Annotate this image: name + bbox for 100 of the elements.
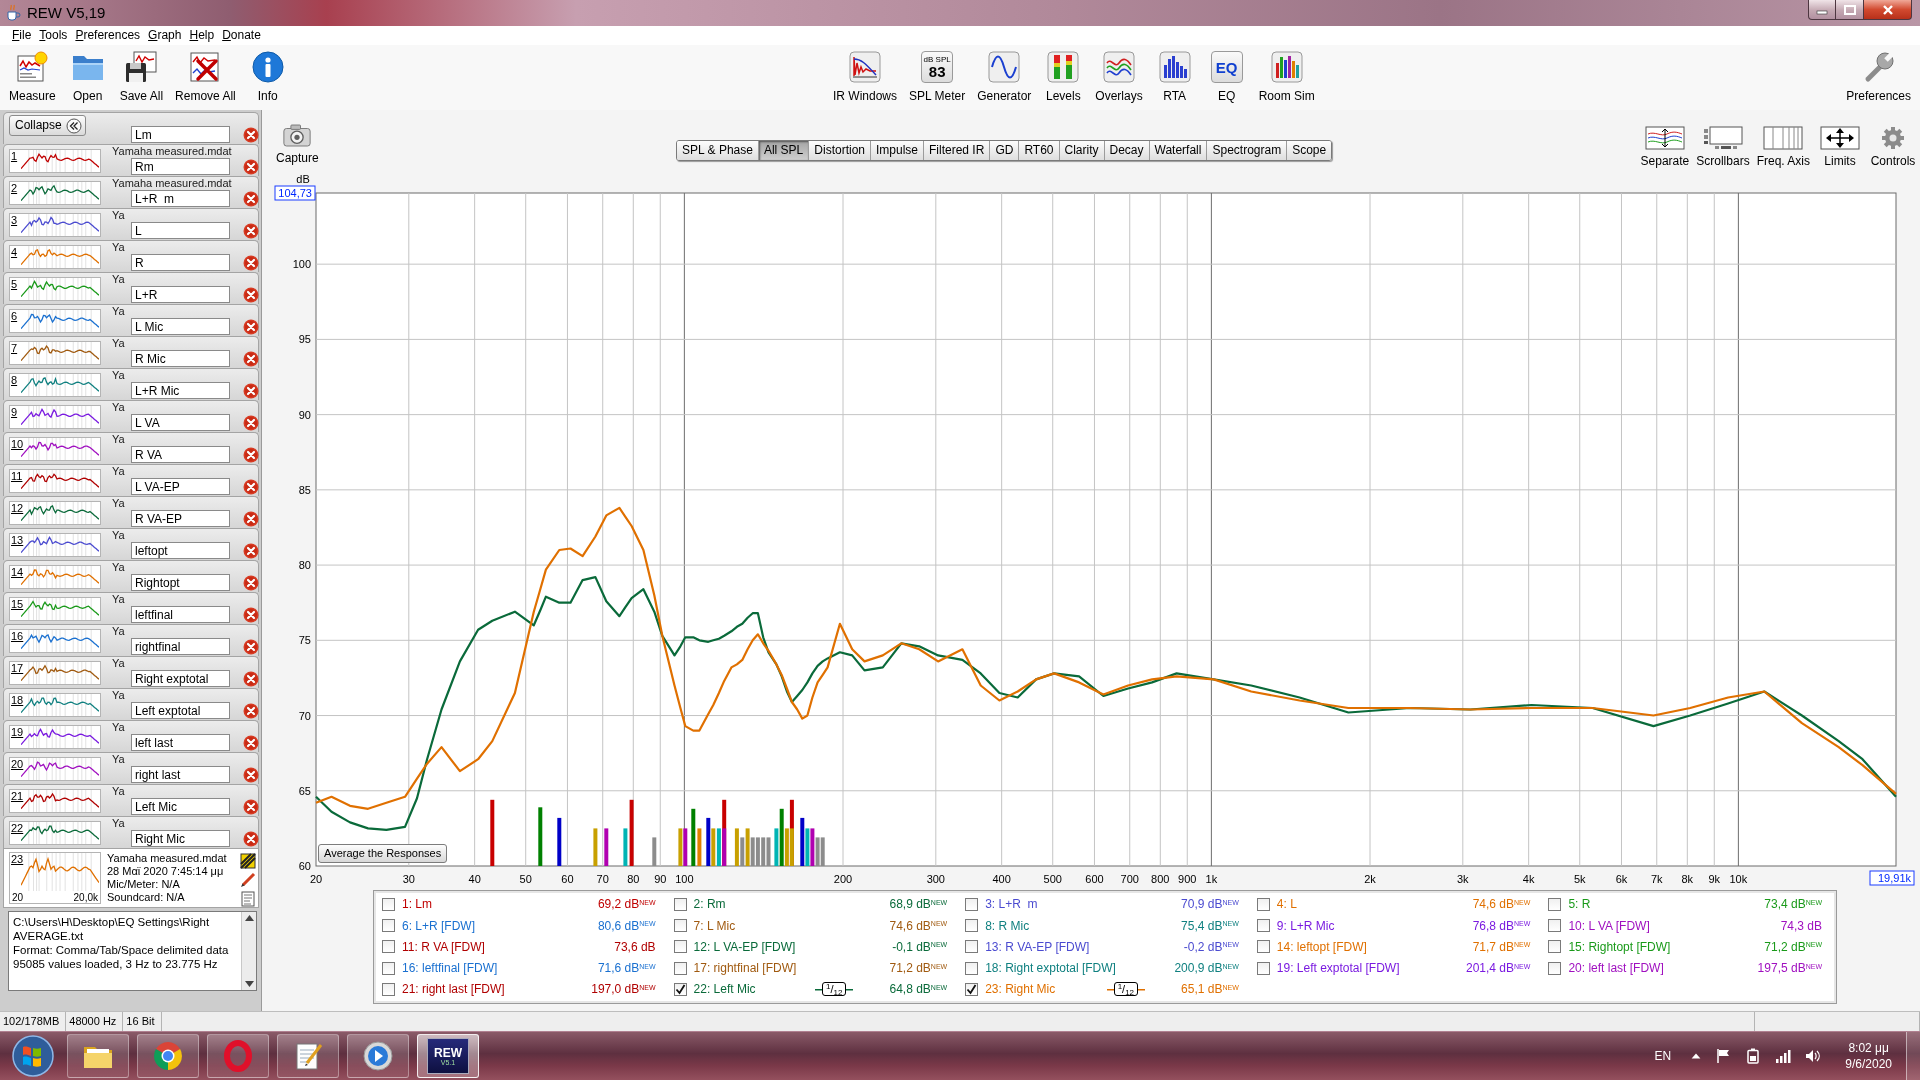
- legend-value: 200,9 dB$^{NEW}$: [1174, 961, 1239, 976]
- legend-value: 73,6 dB: [614, 939, 656, 955]
- x-axis-label: 3k: [1457, 873, 1469, 885]
- file-name: Ya: [112, 657, 125, 669]
- x-axis-label: 100: [675, 873, 694, 885]
- y-axis-label: 75: [298, 634, 311, 647]
- x-axis-label: 60: [561, 873, 574, 885]
- x-axis-label: 70: [596, 873, 609, 885]
- file-name: Ya: [112, 433, 125, 445]
- measurement-number: 10: [10, 438, 21, 450]
- y-axis-label: 65: [298, 784, 311, 797]
- measurement-number: 18: [10, 694, 21, 706]
- legend-value: 71,2 dB$^{NEW}$: [889, 961, 948, 976]
- legend-label: 1: Lm: [402, 897, 432, 912]
- notes-line: C:\Users\H\Desktop\EQ Settings\Right AVERAGE.txt: [13, 915, 211, 943]
- file-name: Ya: [112, 817, 125, 829]
- legend-label: 6: L+R [FDW]: [402, 918, 475, 933]
- legend-value: -0,1 dB$^{NEW}$: [892, 939, 948, 955]
- legend-label: 23: Right Mic: [985, 982, 1056, 997]
- thumbnail-axis-label: 20,0k: [73, 892, 98, 903]
- legend-value: 197,5 dB$^{NEW}$: [1757, 961, 1822, 976]
- thumbnail-axis-label: 20: [12, 892, 24, 903]
- measurement-number: 16: [10, 630, 21, 642]
- legend-value: -0,2 dB$^{NEW}$: [1183, 939, 1239, 955]
- file-name: Ya: [112, 497, 125, 509]
- x-axis-label: 500: [1043, 873, 1062, 885]
- measurement-number: 22: [10, 822, 21, 834]
- meter-value-text: 83: [928, 63, 946, 79]
- legend-label: 11: R VA [FDW]: [402, 939, 485, 955]
- measurement-number: 13: [10, 534, 21, 546]
- file-name: Ya: [112, 625, 125, 637]
- legend-value: 74,6 dB$^{NEW}$: [889, 918, 948, 933]
- measurement-number: 4: [10, 246, 19, 258]
- file-name: Yamaha measured.mdat: [112, 177, 232, 189]
- legend-value: 73,4 dB$^{NEW}$: [1764, 897, 1822, 912]
- legend-value: 71,6 dB$^{NEW}$: [597, 961, 656, 976]
- x-axis-label: 5k: [1573, 873, 1586, 885]
- file-name: Yamaha measured.mdat: [112, 145, 232, 157]
- legend-label: 12: L VA-EP [FDW]: [693, 939, 796, 955]
- y-axis-label: 90: [298, 408, 311, 421]
- notes-line: 95085 values loaded, 3 Hz to 23.775 Hz: [13, 957, 219, 971]
- y-axis-label: 70: [298, 709, 311, 722]
- measurement-number: 6: [10, 310, 19, 322]
- file-name: Ya: [112, 753, 125, 765]
- legend-value: 197,0 dB$^{NEW}$: [591, 982, 656, 997]
- eq-text: EQ: [1215, 59, 1238, 75]
- legend-label: 13: R VA-EP [FDW]: [985, 939, 1090, 955]
- legend-label: 15: Rightopt [FDW]: [1568, 939, 1671, 955]
- legend-label: 10: L VA [FDW]: [1568, 918, 1650, 933]
- legend-value: 69,2 dB$^{NEW}$: [597, 897, 656, 912]
- x-axis-label: 80: [627, 873, 640, 885]
- x-axis-label: 50: [519, 873, 532, 885]
- measurement-number: 7: [10, 342, 19, 354]
- y-axis-label: 85: [298, 483, 311, 496]
- file-name: Ya: [112, 593, 125, 605]
- measurement-number: 8: [10, 374, 19, 386]
- y-tick-label: 104,73: [278, 187, 312, 199]
- x-axis-label: 400: [992, 873, 1011, 885]
- x-axis-label: 30: [402, 873, 415, 885]
- file-name: Ya: [112, 561, 125, 573]
- x-axis-label: 20: [309, 873, 323, 885]
- legend-value: 74,3 dB: [1780, 918, 1822, 933]
- file-name: Ya: [112, 209, 125, 221]
- legend-label: 19: Left exptotal [FDW]: [1276, 961, 1400, 976]
- x-axis-label: 4k: [1522, 873, 1535, 885]
- measurement-number: 9: [10, 406, 19, 418]
- legend-value: 65,1 dB$^{NEW}$: [1181, 982, 1239, 997]
- measurement-number: 5: [10, 278, 19, 290]
- file-name: Ya: [112, 273, 125, 285]
- notes-line: Format: Comma/Tab/Space delimited data: [13, 943, 230, 957]
- soundcard-info: Soundcard: N/A: [107, 891, 185, 904]
- legend-label: 18: Right exptotal [FDW]: [985, 961, 1116, 976]
- legend-label: 20: left last [FDW]: [1568, 961, 1664, 976]
- legend-label: 3: L+R m: [985, 897, 1038, 912]
- legend-label: 22: Left Mic: [693, 982, 756, 997]
- x-axis-label: 10k: [1729, 873, 1748, 885]
- y-axis-label: 95: [298, 333, 311, 346]
- x-axis-label: 90: [654, 873, 667, 885]
- legend-label: 14: leftopt [FDW]: [1276, 939, 1367, 955]
- legend-label: 9: L+R Mic: [1276, 918, 1335, 933]
- legend-value: 75,4 dB$^{NEW}$: [1181, 918, 1239, 933]
- legend-value: 64,8 dB$^{NEW}$: [889, 982, 948, 997]
- file-name: Ya: [112, 721, 125, 733]
- mic-info: Mic/Meter: N/A: [107, 878, 180, 891]
- measurement-date: 28 Μαϊ 2020 7:45:14 μμ: [107, 865, 224, 878]
- x-axis-label: 800: [1151, 873, 1170, 885]
- file-name: Ya: [112, 529, 125, 541]
- legend-value: 80,6 dB$^{NEW}$: [597, 918, 656, 933]
- x-axis-label: 700: [1120, 873, 1139, 885]
- measurement-number: 21: [10, 790, 21, 802]
- file-name: Ya: [112, 689, 125, 701]
- legend-label: 5: R: [1568, 897, 1591, 912]
- measurement-number: 14: [10, 566, 21, 578]
- legend-label: 2: Rm: [693, 897, 726, 912]
- measurement-number: 2: [10, 182, 19, 194]
- file-name: Ya: [112, 401, 125, 413]
- file-name: Ya: [112, 785, 125, 797]
- measurement-number: 20: [10, 758, 21, 770]
- legend-value: 71,2 dB$^{NEW}$: [1764, 939, 1822, 955]
- x-axis-label: 2k: [1364, 873, 1376, 885]
